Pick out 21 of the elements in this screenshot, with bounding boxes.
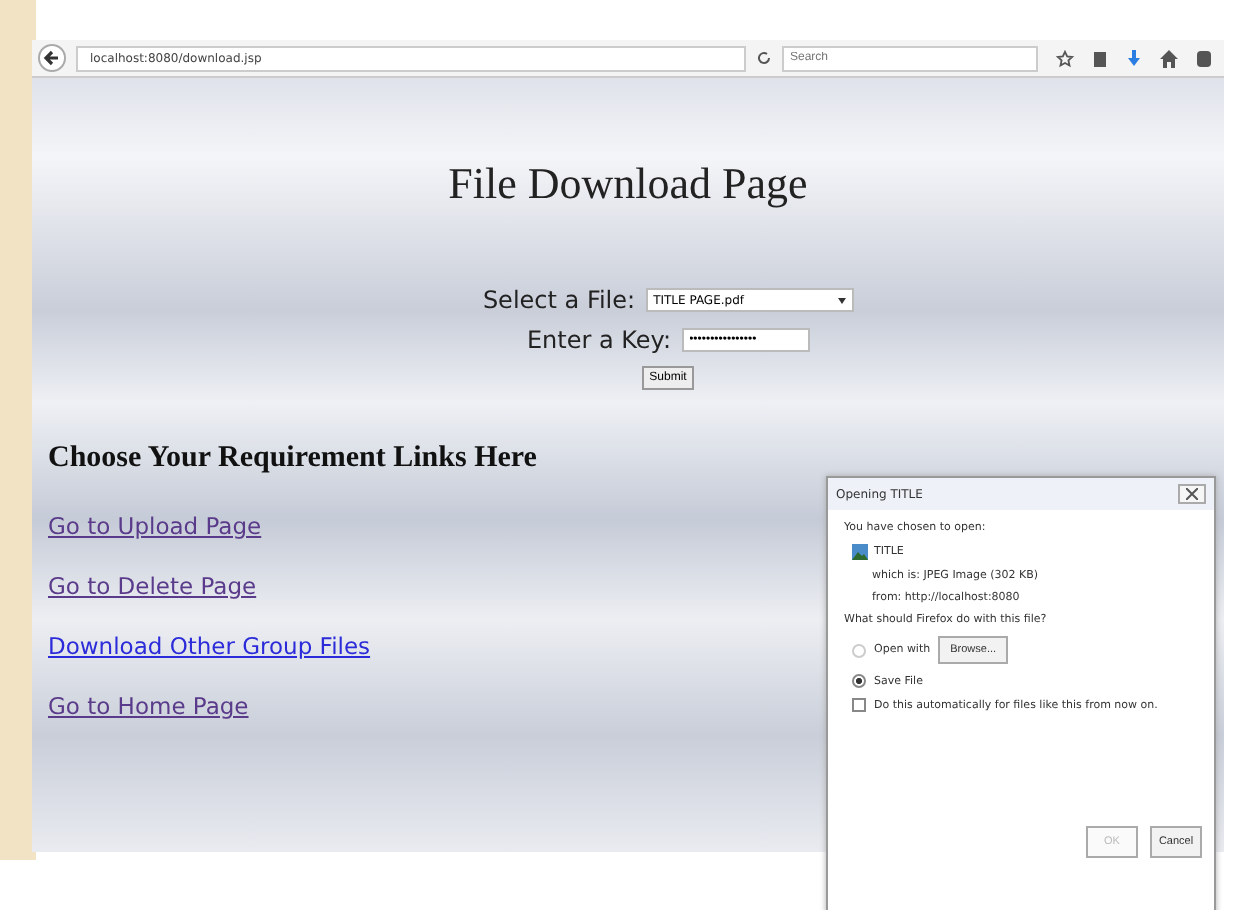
page-link[interactable]: Go to Upload Page [48,512,262,540]
download-icon[interactable] [1126,49,1142,67]
image-file-icon [852,544,868,560]
reload-icon[interactable] [756,50,772,66]
dropdown-arrow-icon [837,297,846,303]
page-link[interactable]: Download Other Group Files [48,632,371,660]
links-heading: Choose Your Requirement Links Here [48,442,537,476]
home-icon[interactable] [1160,49,1178,67]
file-label: Select a File: [482,286,636,314]
checkbox[interactable] [852,698,866,712]
close-button[interactable] [1178,484,1206,504]
back-arrow-icon [42,48,62,68]
page-link[interactable]: Go to Home Page [48,692,249,720]
close-icon [1186,488,1198,500]
radio-button[interactable] [852,674,866,688]
page-link[interactable]: Go to Delete Page [48,572,257,600]
key-label: Enter a Key: [526,326,672,354]
back-button[interactable] [38,44,66,72]
page-title: File Download Page [448,158,808,210]
radio-button[interactable] [852,643,866,657]
star-icon[interactable] [1056,49,1074,67]
